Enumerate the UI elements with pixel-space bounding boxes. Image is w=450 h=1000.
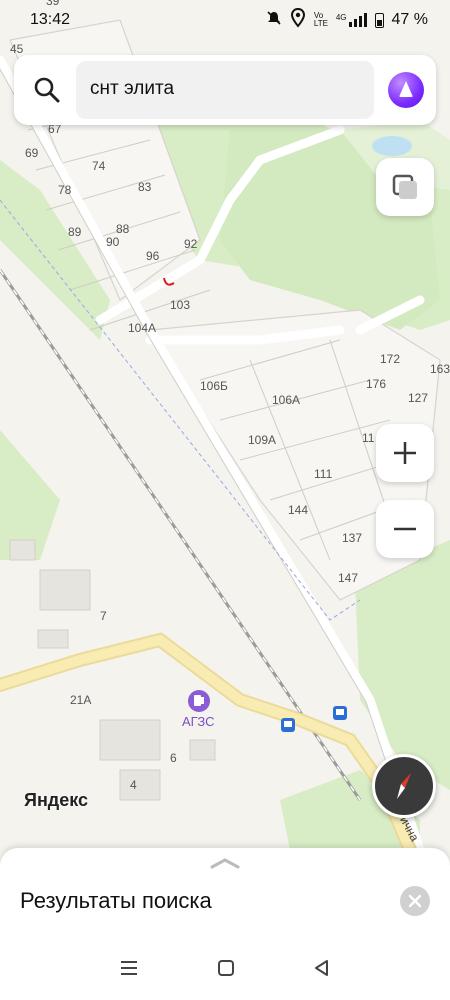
home-nav-icon[interactable]	[217, 959, 235, 982]
map-label: 11	[362, 431, 375, 445]
map-label: 83	[138, 180, 152, 194]
map-label: 144	[288, 503, 308, 517]
zoom-out-button[interactable]	[376, 500, 434, 558]
bus-stop-icon[interactable]	[333, 706, 347, 720]
layers-icon	[392, 174, 417, 199]
pond	[372, 136, 412, 156]
signal-icon: 4G	[336, 13, 367, 27]
map-label: 111	[314, 467, 333, 481]
search-icon[interactable]	[32, 75, 62, 105]
menu-nav-icon[interactable]	[119, 960, 139, 981]
map-label: 163	[430, 362, 450, 376]
yandex-logo: Яндекс	[24, 790, 89, 810]
sheet-handle-icon[interactable]	[210, 856, 240, 869]
map-label: 109А	[248, 433, 276, 447]
search-bar[interactable]: снт элита	[14, 55, 436, 125]
map-label: 137	[342, 531, 362, 545]
map-label: 127	[408, 391, 428, 405]
search-query: снт элита	[90, 78, 175, 99]
watermark	[30, 450, 51, 530]
map-label: 74	[92, 159, 106, 173]
map-label: 90	[106, 235, 120, 249]
search-input[interactable]: снт элита	[76, 61, 374, 119]
map-label: 45	[10, 42, 24, 56]
location-icon	[290, 7, 306, 33]
system-nav-bar	[0, 940, 450, 1000]
sheet-title: Результаты поиска	[20, 888, 212, 913]
battery-percent: 47 %	[391, 11, 428, 28]
map-label: 96	[146, 249, 160, 263]
map-label: 106Б	[200, 379, 228, 393]
map-label: 4	[130, 778, 137, 792]
compass-icon	[397, 773, 411, 799]
close-button[interactable]	[400, 886, 430, 916]
map-label: 21А	[70, 693, 91, 707]
minus-icon	[394, 527, 416, 531]
back-nav-icon[interactable]	[313, 959, 331, 982]
battery-icon	[374, 12, 384, 28]
alice-assistant-icon[interactable]	[388, 72, 424, 108]
map-label: 92	[184, 237, 198, 251]
close-icon	[408, 894, 422, 908]
gas-station-label: АГЗС	[182, 714, 215, 729]
map-label: 88	[116, 222, 130, 236]
status-time: 13:42	[30, 11, 71, 28]
map-label: 106А	[272, 393, 300, 407]
map-label: 172	[380, 352, 400, 366]
plus-icon	[394, 442, 416, 464]
map-label: 104А	[128, 321, 156, 335]
map-label: 69	[25, 146, 39, 160]
bus-stop-icon[interactable]	[281, 718, 295, 732]
map-label: 176	[366, 377, 386, 391]
compass-button[interactable]	[372, 754, 436, 818]
map-label: 147	[338, 571, 358, 585]
map-label: 103	[170, 298, 190, 312]
mute-icon	[266, 10, 282, 31]
map-label: 89	[68, 225, 82, 239]
map-label: 6	[170, 751, 177, 765]
map-label: 78	[58, 183, 72, 197]
map-label: 7	[100, 609, 107, 623]
zoom-in-button[interactable]	[376, 424, 434, 482]
layers-button[interactable]	[376, 158, 434, 216]
status-bar: 13:42 Vo LTE 4G 47 %	[0, 0, 450, 40]
volte-icon: Vo LTE	[313, 11, 328, 28]
network-type: 4G	[335, 13, 347, 22]
